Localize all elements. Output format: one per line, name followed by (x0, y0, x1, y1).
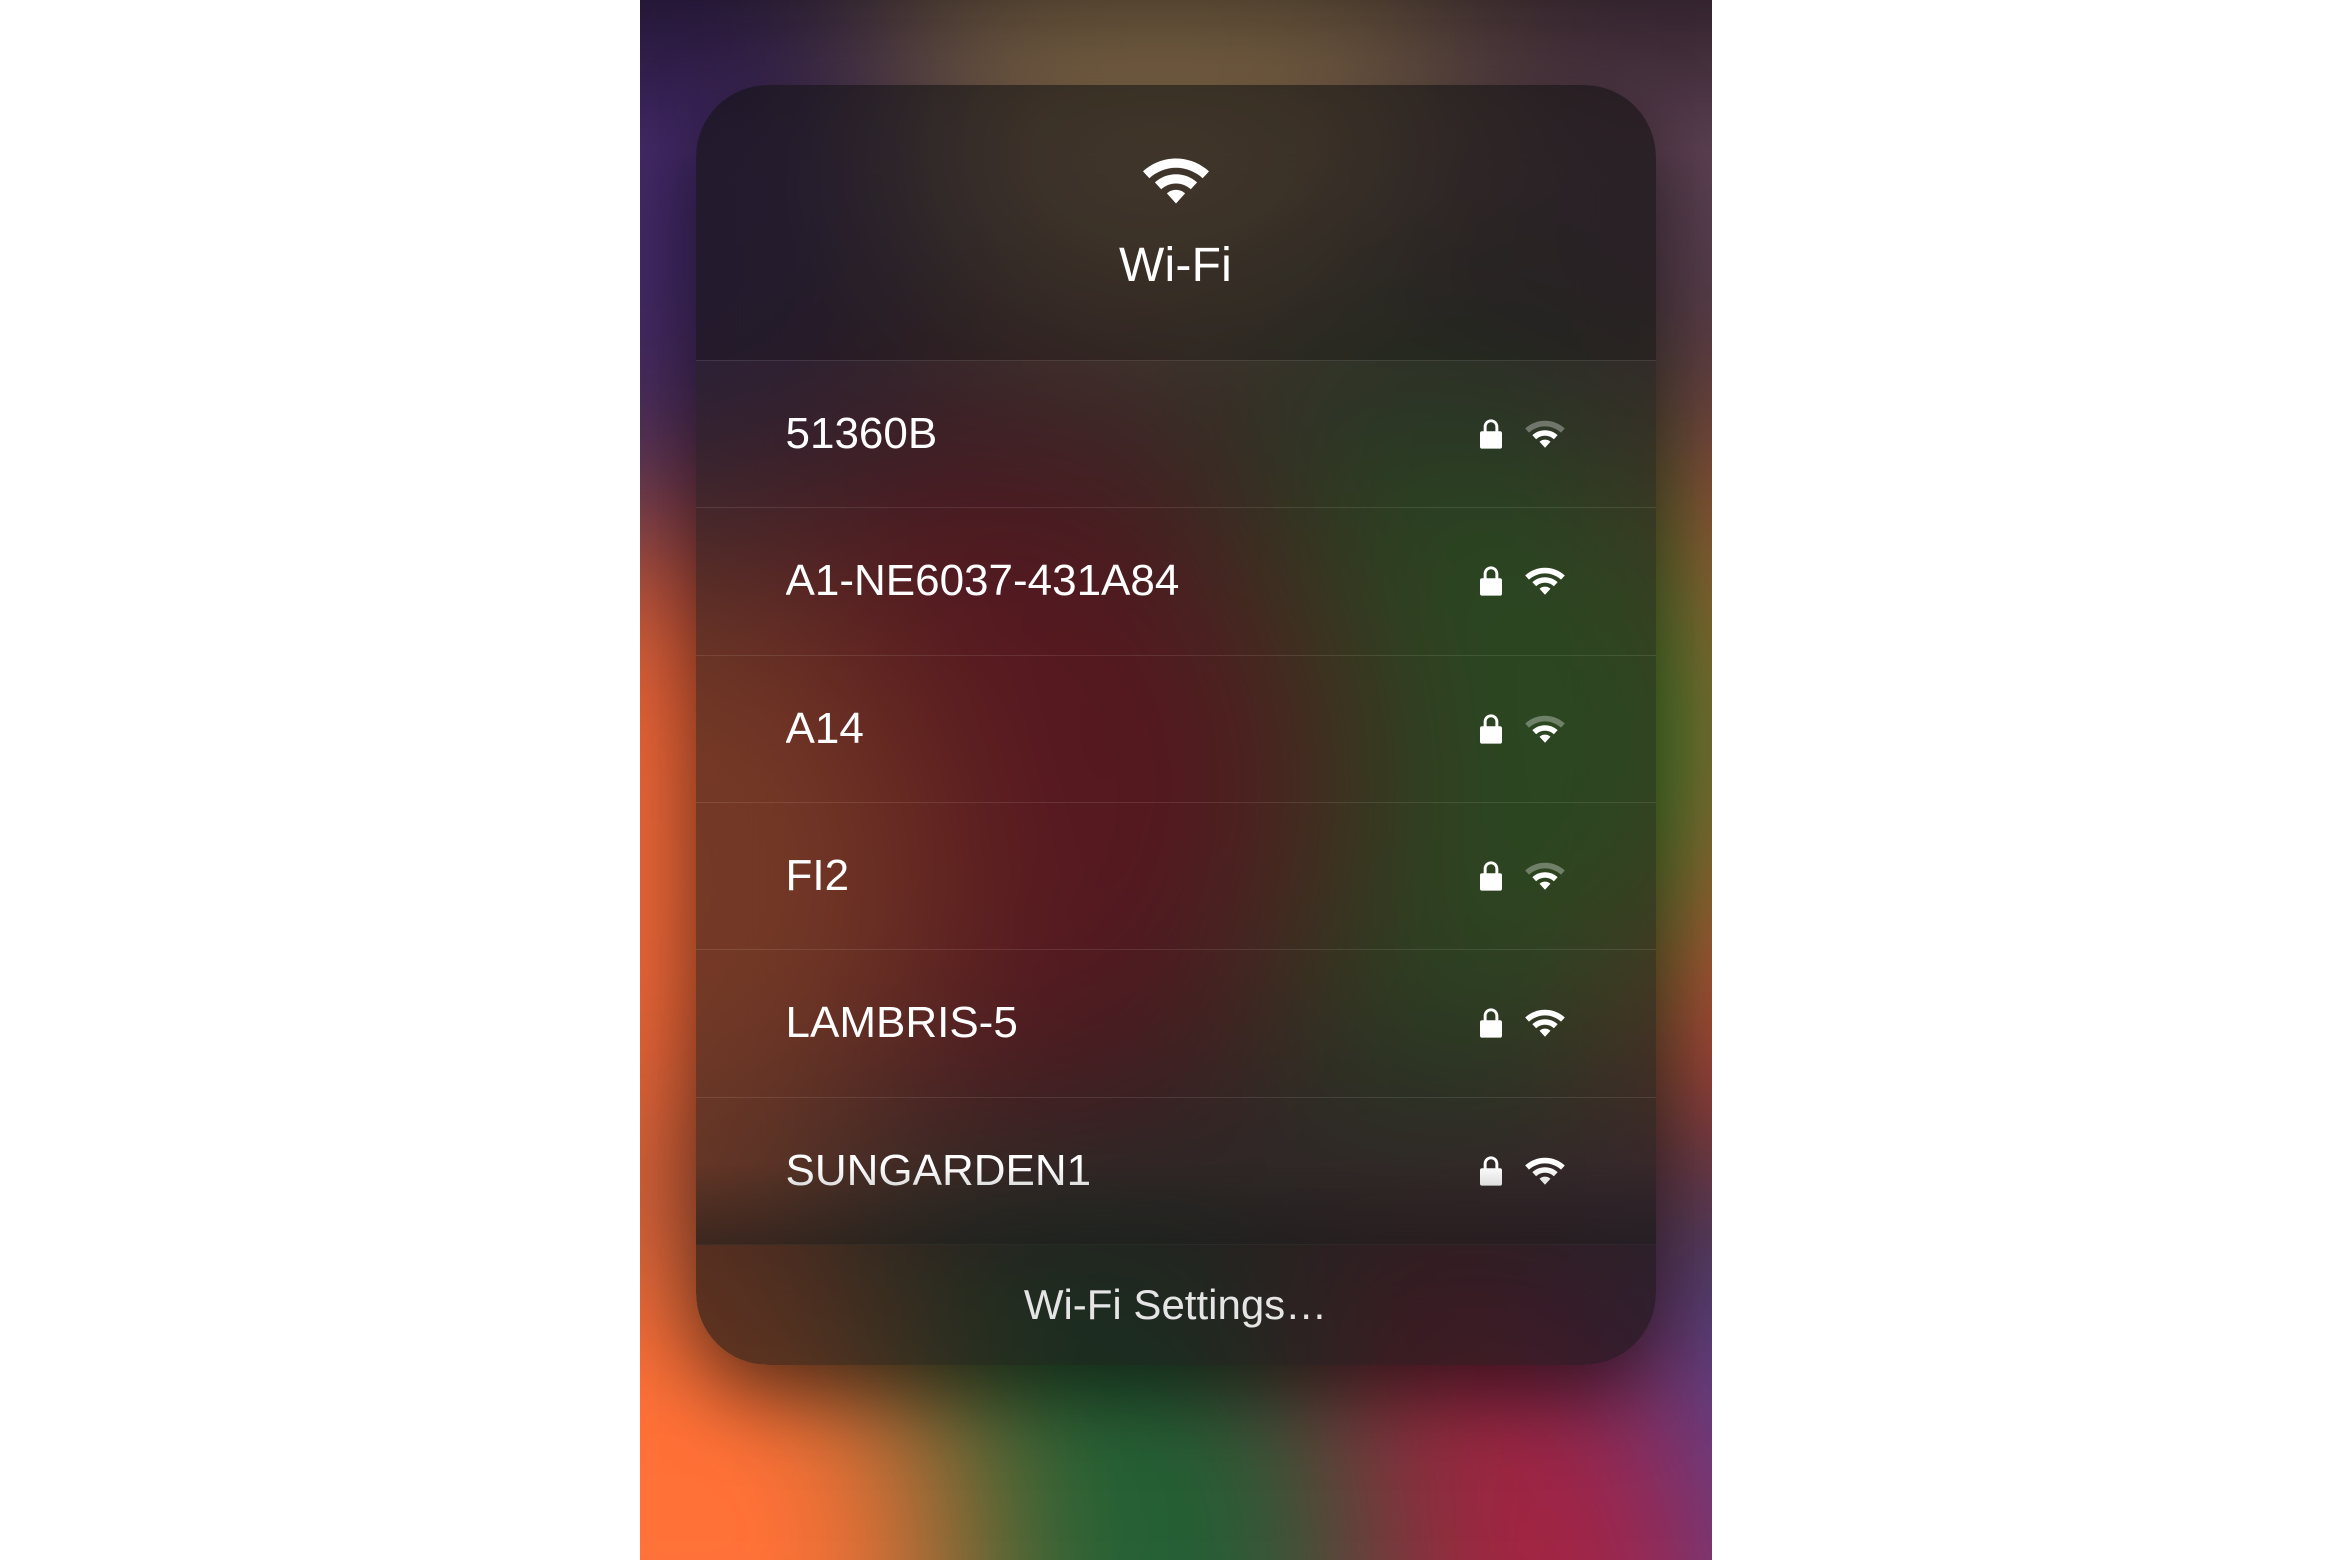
wifi-signal-icon (1524, 418, 1566, 450)
wifi-signal-icon (1524, 713, 1566, 745)
wifi-signal-icon (1524, 1155, 1566, 1187)
wifi-icon (1141, 153, 1211, 208)
wifi-signal-icon (1524, 860, 1566, 892)
network-row[interactable]: FI2 (696, 803, 1656, 950)
network-row[interactable]: LAMBRIS-5 (696, 950, 1656, 1097)
network-name: 51360B (786, 409, 938, 459)
wifi-settings-button[interactable]: Wi-Fi Settings… (696, 1244, 1656, 1365)
network-name: A1-NE6037-431A84 (786, 556, 1180, 606)
wifi-panel: Wi-Fi 51360B A1-NE6037-431A84 (696, 85, 1656, 1365)
lock-icon (1480, 714, 1502, 744)
network-name: FI2 (786, 851, 850, 901)
network-name: SUNGARDEN1 (786, 1146, 1092, 1196)
lock-icon (1480, 419, 1502, 449)
network-name: A14 (786, 704, 864, 754)
network-row[interactable]: 51360B (696, 361, 1656, 508)
lock-icon (1480, 566, 1502, 596)
network-list: 51360B A1-NE6037-431A84 A14 (696, 361, 1656, 1244)
lock-icon (1480, 861, 1502, 891)
wifi-signal-icon (1524, 565, 1566, 597)
network-name: LAMBRIS-5 (786, 998, 1018, 1048)
panel-title: Wi-Fi (1119, 238, 1232, 293)
network-row[interactable]: A1-NE6037-431A84 (696, 508, 1656, 655)
network-row[interactable]: SUNGARDEN1 (696, 1098, 1656, 1244)
wifi-panel-header: Wi-Fi (696, 85, 1656, 361)
lock-icon (1480, 1008, 1502, 1038)
wifi-signal-icon (1524, 1007, 1566, 1039)
lock-icon (1480, 1156, 1502, 1186)
wifi-settings-label: Wi-Fi Settings… (1024, 1281, 1327, 1329)
network-row[interactable]: A14 (696, 656, 1656, 803)
